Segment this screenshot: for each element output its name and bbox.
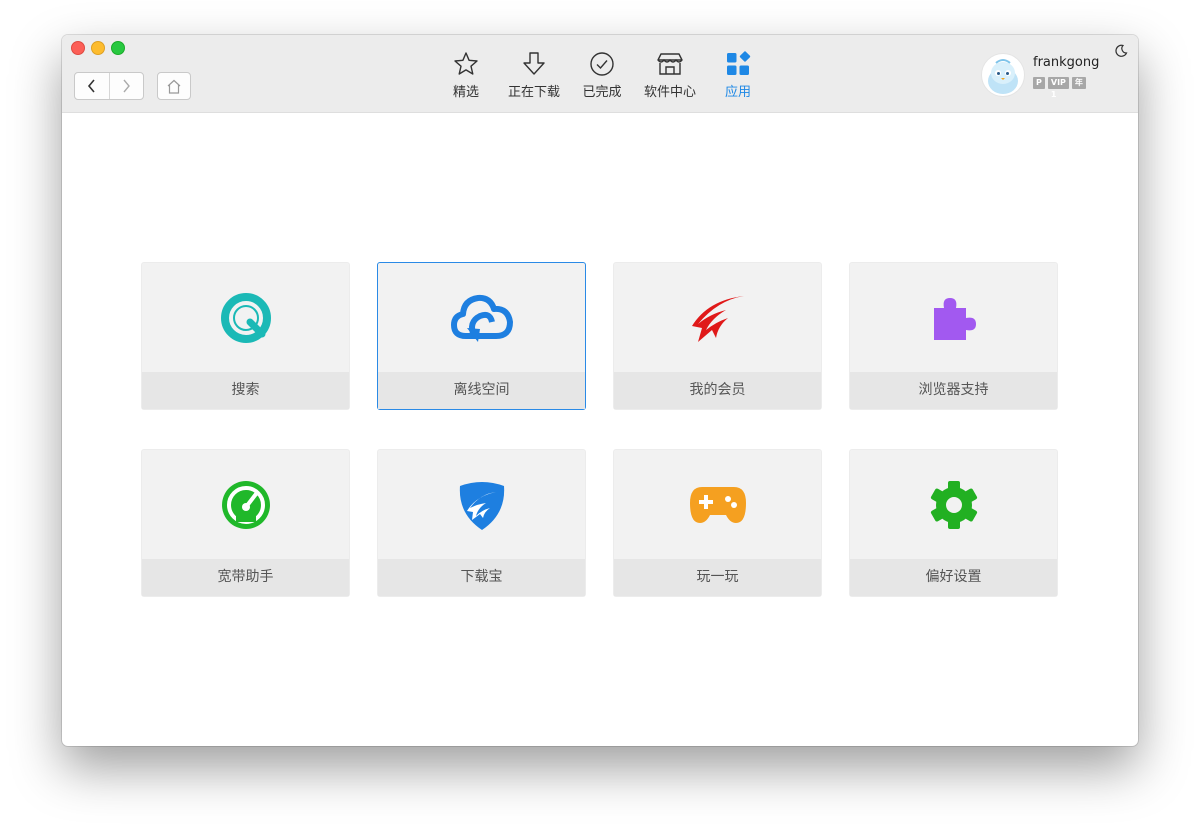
membership-badges: P VIP 1 年 — [1033, 77, 1086, 99]
window-minimize-button[interactable] — [91, 41, 105, 55]
home-button[interactable] — [157, 72, 191, 100]
username[interactable]: frankgong — [1033, 55, 1099, 70]
bird-logo-icon — [691, 296, 744, 342]
history-nav — [74, 72, 144, 100]
shield-icon — [459, 482, 504, 530]
avatar[interactable] — [981, 53, 1025, 97]
p-badge: P — [1033, 77, 1045, 89]
tab-downloading[interactable]: 正在下载 — [500, 49, 568, 109]
annual-badge: 年 — [1071, 77, 1086, 89]
star-icon — [454, 52, 478, 75]
tab-software-center[interactable]: 软件中心 — [636, 49, 704, 109]
tab-label: 已完成 — [582, 85, 622, 100]
app-label: 偏好设置 — [850, 559, 1057, 596]
tab-label: 精选 — [452, 85, 479, 100]
app-card-search[interactable]: 搜索 — [141, 262, 350, 410]
puzzle-icon — [933, 298, 976, 340]
cloud-icon — [450, 294, 513, 342]
chevron-left-icon — [87, 79, 95, 93]
search-icon — [220, 293, 271, 343]
app-card-browser-support[interactable]: 浏览器支持 — [849, 262, 1058, 410]
app-card-preferences[interactable]: 偏好设置 — [849, 449, 1058, 597]
app-label: 下载宝 — [378, 559, 585, 596]
app-label: 浏览器支持 — [850, 372, 1057, 409]
gear-icon — [930, 481, 977, 529]
app-card-download-box[interactable]: 下载宝 — [377, 449, 586, 597]
check-circle-icon — [590, 52, 614, 76]
home-icon — [167, 79, 181, 94]
title-bar: 精选 正在下载 已完成 软件中心 应用 frankgong P VIP 1 年 — [62, 35, 1138, 113]
app-window: 精选 正在下载 已完成 软件中心 应用 frankgong P VIP 1 年 … — [62, 35, 1138, 746]
app-label: 宽带助手 — [142, 559, 349, 596]
dark-mode-toggle[interactable] — [1114, 43, 1128, 62]
tab-label: 软件中心 — [643, 85, 696, 100]
store-icon — [657, 53, 683, 75]
app-label: 我的会员 — [614, 372, 821, 409]
app-label: 离线空间 — [378, 372, 585, 409]
tab-label: 正在下载 — [507, 85, 560, 100]
app-card-broadband-helper[interactable]: 宽带助手 — [141, 449, 350, 597]
window-close-button[interactable] — [71, 41, 85, 55]
app-label: 搜索 — [142, 372, 349, 409]
vip-badge: VIP 1 — [1047, 77, 1069, 99]
main-toolbar: 精选 正在下载 已完成 软件中心 应用 — [432, 49, 772, 109]
app-card-membership[interactable]: 我的会员 — [613, 262, 822, 410]
app-label: 玩一玩 — [614, 559, 821, 596]
tab-completed[interactable]: 已完成 — [568, 49, 636, 109]
tab-apps[interactable]: 应用 — [704, 49, 772, 109]
download-arrow-icon — [523, 52, 545, 75]
app-card-offline-space[interactable]: 离线空间 — [377, 262, 586, 410]
back-button[interactable] — [75, 73, 109, 99]
window-maximize-button[interactable] — [111, 41, 125, 55]
speedometer-icon — [221, 481, 270, 529]
tab-label: 应用 — [724, 85, 751, 100]
avatar-bird-icon — [988, 59, 1018, 94]
apps-panel: 搜索 离线空间 我的会员 浏览器支持 宽带助手 下载宝 玩一玩 偏好设置 — [62, 113, 1138, 746]
apps-grid-icon — [727, 51, 751, 75]
tab-featured[interactable]: 精选 — [432, 49, 500, 109]
chevron-right-icon — [123, 79, 131, 93]
moon-icon — [1115, 44, 1128, 57]
apps-grid: 搜索 离线空间 我的会员 浏览器支持 宽带助手 下载宝 玩一玩 偏好设置 — [141, 262, 1058, 597]
gamepad-icon — [689, 487, 746, 523]
app-card-games[interactable]: 玩一玩 — [613, 449, 822, 597]
forward-button[interactable] — [108, 73, 144, 99]
